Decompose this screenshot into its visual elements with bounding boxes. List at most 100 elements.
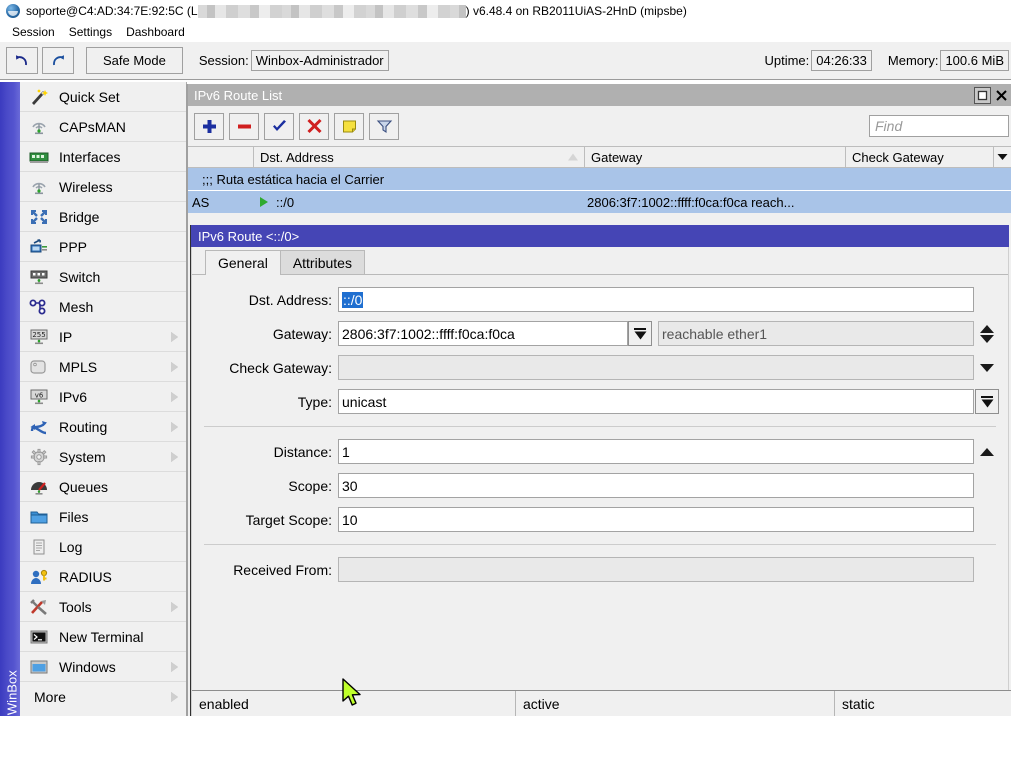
sidebar-item-log[interactable]: Log xyxy=(20,532,186,562)
sidebar-item-label: Windows xyxy=(59,659,116,675)
ipv6-icon: v6 xyxy=(28,387,50,407)
sidebar-item-ppp[interactable]: PPP xyxy=(20,232,186,262)
status-active: active xyxy=(516,691,835,716)
distance-spinner[interactable] xyxy=(974,448,1000,456)
caret-down-icon xyxy=(980,335,994,343)
dialog-titlebar[interactable]: IPv6 Route <::/0> xyxy=(191,225,1009,247)
redo-button[interactable] xyxy=(42,47,74,74)
app-title-prefix: soporte@C4:AD:34:7E:92:5C (L xyxy=(26,4,198,18)
chevron-right-icon xyxy=(171,662,178,672)
field-row-received-from: Received From: xyxy=(192,557,1008,582)
field-row-gateway: Gateway: 2806:3f7:1002::ffff:f0ca:f0ca r… xyxy=(192,321,1008,346)
column-check-gateway[interactable]: Check Gateway xyxy=(846,147,994,167)
safe-mode-button[interactable]: Safe Mode xyxy=(86,47,183,74)
disable-button[interactable] xyxy=(299,113,329,140)
target-scope-input[interactable]: 10 xyxy=(338,507,974,532)
maximize-icon[interactable] xyxy=(974,87,991,104)
column-label: Dst. Address xyxy=(260,150,334,165)
gateway-dropdown-button[interactable] xyxy=(628,321,652,346)
sidebar-item-wireless[interactable]: Wireless xyxy=(20,172,186,202)
gear-icon xyxy=(28,447,50,467)
svg-text:255: 255 xyxy=(32,331,45,339)
distance-input[interactable]: 1 xyxy=(338,439,974,464)
sidebar-item-ipv6[interactable]: v6 IPv6 xyxy=(20,382,186,412)
sidebar-item-ip[interactable]: 255 IP xyxy=(20,322,186,352)
sidebar-item-quick-set[interactable]: Quick Set xyxy=(20,82,186,112)
field-row-distance: Distance: 1 xyxy=(192,439,1008,464)
find-input[interactable]: Find xyxy=(869,115,1009,137)
routeros-winbox-strip: RouterOS WinBox xyxy=(0,82,20,716)
sidebar-item-more[interactable]: More xyxy=(20,682,186,712)
route-list-title: IPv6 Route List xyxy=(194,88,282,103)
magic-wand-icon xyxy=(28,87,50,107)
bridge-icon xyxy=(28,207,50,227)
antenna-icon xyxy=(28,177,50,197)
chevron-right-icon xyxy=(171,392,178,402)
gateway-spinner[interactable] xyxy=(974,325,1000,343)
type-label: Type: xyxy=(192,394,338,410)
log-icon xyxy=(28,537,50,557)
dialog-title: IPv6 Route <::/0> xyxy=(198,229,299,244)
sidebar-item-label: Bridge xyxy=(59,209,99,225)
folder-icon xyxy=(28,507,50,527)
sidebar-item-interfaces[interactable]: Interfaces xyxy=(20,142,186,172)
add-button[interactable] xyxy=(194,113,224,140)
cell-dst-address: ::/0 xyxy=(254,195,585,210)
status-enabled: enabled xyxy=(192,691,516,716)
tab-attributes[interactable]: Attributes xyxy=(280,250,365,274)
menu-session[interactable]: Session xyxy=(5,24,62,40)
scope-input[interactable]: 30 xyxy=(338,473,974,498)
type-dropdown-button[interactable] xyxy=(975,389,999,414)
sidebar-item-queues[interactable]: Queues xyxy=(20,472,186,502)
scope-label: Scope: xyxy=(192,478,338,494)
sidebar-item-capsman[interactable]: CAPsMAN xyxy=(20,112,186,142)
sidebar-item-radius[interactable]: RADIUS xyxy=(20,562,186,592)
route-list-titlebar[interactable]: IPv6 Route List xyxy=(188,84,1011,106)
type-input[interactable]: unicast xyxy=(338,389,974,414)
sidebar-item-label: Wireless xyxy=(59,179,113,195)
terminal-icon xyxy=(28,627,50,647)
ipv6-route-dialog: IPv6 Route <::/0> General Attributes Dst… xyxy=(190,225,1009,716)
sidebar-item-mesh[interactable]: Mesh xyxy=(20,292,186,322)
table-row[interactable]: AS ::/0 2806:3f7:1002::ffff:f0ca:f0ca re… xyxy=(188,191,1011,213)
check-gateway-dropdown[interactable] xyxy=(974,364,1000,372)
check-gateway-input[interactable] xyxy=(338,355,974,380)
tab-general[interactable]: General xyxy=(205,250,281,275)
enable-button[interactable] xyxy=(264,113,294,140)
sidebar-item-label: Log xyxy=(59,539,82,555)
chevron-down-icon xyxy=(634,328,647,340)
menu-settings[interactable]: Settings xyxy=(62,24,119,40)
table-row[interactable]: ;;; Ruta estática hacia el Carrier xyxy=(188,168,1011,190)
redacted-identity xyxy=(198,5,466,18)
sidebar-item-routing[interactable]: Routing xyxy=(20,412,186,442)
gateway-input[interactable]: 2806:3f7:1002::ffff:f0ca:f0ca xyxy=(338,321,628,346)
sidebar-item-tools[interactable]: Tools xyxy=(20,592,186,622)
close-icon[interactable] xyxy=(993,87,1010,104)
sidebar-item-windows[interactable]: Windows xyxy=(20,652,186,682)
app-titlebar: soporte@C4:AD:34:7E:92:5C (L) v6.48.4 on… xyxy=(0,0,1011,22)
filter-button[interactable] xyxy=(369,113,399,140)
memory-value: 100.6 MiB xyxy=(940,50,1009,71)
sidebar-item-new-terminal[interactable]: New Terminal xyxy=(20,622,186,652)
sidebar-item-label: IP xyxy=(59,329,72,345)
dst-address-input[interactable]: ::/0 xyxy=(338,287,974,312)
column-gateway[interactable]: Gateway xyxy=(585,147,846,167)
menu-dashboard[interactable]: Dashboard xyxy=(119,24,192,40)
tools-icon xyxy=(28,597,50,617)
sidebar-item-switch[interactable]: Switch xyxy=(20,262,186,292)
sidebar-item-mpls[interactable]: MPLS xyxy=(20,352,186,382)
remove-button[interactable] xyxy=(229,113,259,140)
column-flags[interactable] xyxy=(188,147,254,167)
sidebar-item-files[interactable]: Files xyxy=(20,502,186,532)
column-dst-address[interactable]: Dst. Address xyxy=(254,147,585,167)
comment-button[interactable] xyxy=(334,113,364,140)
sidebar-item-bridge[interactable]: Bridge xyxy=(20,202,186,232)
sidebar-item-system[interactable]: System xyxy=(20,442,186,472)
sort-ascending-icon xyxy=(568,154,578,161)
dialog-statusbar: enabled active static xyxy=(192,690,1011,716)
field-row-dst-address: Dst. Address: ::/0 xyxy=(192,287,1008,312)
column-options-button[interactable] xyxy=(994,147,1010,167)
undo-button[interactable] xyxy=(6,47,38,74)
session-value[interactable]: Winbox-Administrador xyxy=(251,50,389,71)
cell-value: ::/0 xyxy=(276,195,294,210)
